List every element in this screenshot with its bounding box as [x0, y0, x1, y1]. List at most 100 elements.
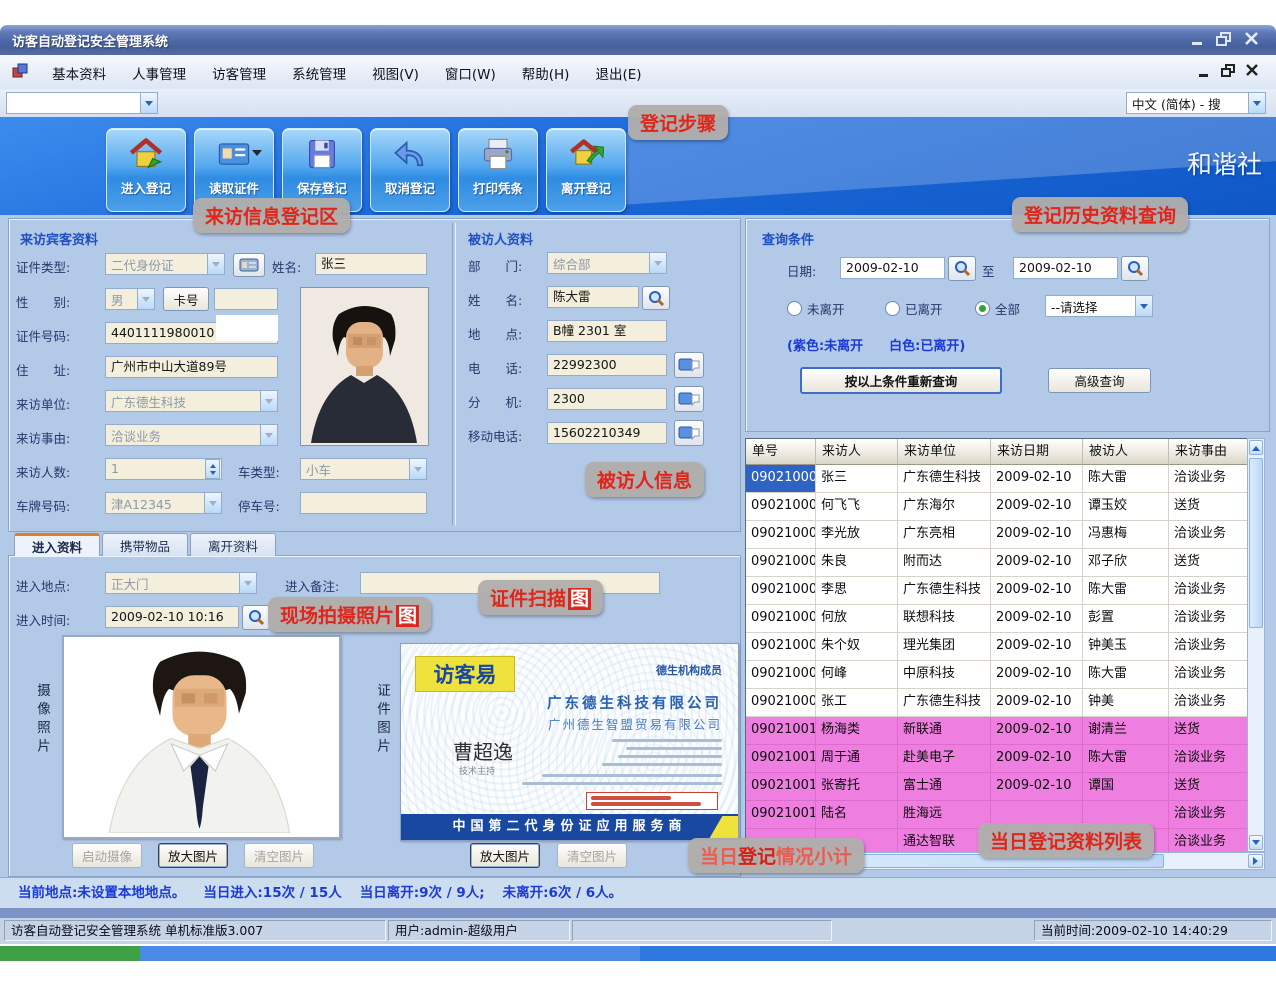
table-cell[interactable]: 洽谈业务 [1169, 577, 1248, 605]
radio-dot-icon[interactable] [787, 301, 802, 316]
table-cell[interactable]: 2009-02-10 [991, 745, 1083, 773]
table-cell[interactable]: 送货 [1169, 717, 1248, 745]
visitor-name-field[interactable]: 张三 [315, 253, 427, 275]
cert-type-select[interactable]: 二代身份证 [105, 253, 225, 275]
table-cell[interactable]: 谭国 [1083, 773, 1169, 801]
table-cell[interactable]: 彭置 [1083, 605, 1169, 633]
visitee-search-button[interactable] [642, 286, 670, 310]
table-cell[interactable]: 陈大雷 [1083, 745, 1169, 773]
table-cell[interactable]: 李思 [816, 577, 898, 605]
table-cell[interactable]: 广东海尔 [898, 493, 991, 521]
menu-item-8[interactable]: 退出(E) [582, 55, 654, 89]
chevron-down-icon[interactable] [260, 425, 277, 445]
table-cell[interactable]: 洽谈业务 [1169, 605, 1248, 633]
table-cell[interactable]: 何峰 [816, 661, 898, 689]
leave-register-button[interactable]: 离开登记 [546, 128, 626, 212]
table-cell[interactable]: 2009-02-10 [991, 633, 1083, 661]
chevron-down-icon[interactable] [1248, 93, 1265, 113]
stepper-arrows[interactable] [205, 459, 220, 479]
date-to-picker-button[interactable] [1121, 256, 1149, 281]
requery-button[interactable]: 按以上条件重新查询 [800, 367, 1002, 394]
chevron-down-icon[interactable] [252, 150, 262, 161]
tab-离开资料[interactable]: 离开资料 [190, 533, 276, 556]
table-cell[interactable]: 090210001 [746, 465, 816, 493]
visit-reason-select[interactable]: 洽谈业务 [105, 424, 278, 446]
table-cell[interactable]: 朱个奴 [816, 633, 898, 661]
dept-select[interactable]: 综合部 [547, 252, 667, 274]
table-cell[interactable]: 送货 [1169, 493, 1248, 521]
table-cell[interactable]: 090210004 [746, 549, 816, 577]
chevron-down-icon[interactable] [1135, 296, 1152, 316]
table-cell[interactable]: 广东德生科技 [898, 689, 991, 717]
table-cell[interactable]: 理光集团 [898, 633, 991, 661]
entry-time-picker-button[interactable] [242, 605, 270, 630]
sms-mobile-button[interactable] [674, 420, 704, 446]
camera-button-3[interactable]: 清空图片 [244, 843, 314, 868]
table-vscrollbar[interactable] [1247, 438, 1265, 852]
table-cell[interactable]: 朱良 [816, 549, 898, 577]
table-cell[interactable]: 李光放 [816, 521, 898, 549]
chevron-down-icon[interactable] [409, 459, 426, 479]
print-receipt-button[interactable]: 打印凭条 [458, 128, 538, 212]
table-cell[interactable]: 钟美玉 [1083, 633, 1169, 661]
table-cell[interactable]: 090210005 [746, 577, 816, 605]
table-cell[interactable]: 新联通 [898, 717, 991, 745]
table-cell[interactable]: 陈大雷 [1083, 465, 1169, 493]
table-cell[interactable]: 送货 [1169, 549, 1248, 577]
chevron-down-icon[interactable] [204, 493, 221, 513]
sms-phone-button[interactable] [674, 352, 704, 378]
table-cell[interactable]: 090210002 [746, 493, 816, 521]
scroll-up-icon[interactable] [1249, 440, 1263, 455]
table-cell[interactable]: 090210006 [746, 605, 816, 633]
table-cell[interactable]: 090210008 [746, 661, 816, 689]
chevron-down-icon[interactable] [137, 289, 154, 309]
radio-全部[interactable]: 全部 [975, 299, 1020, 318]
radio-dot-icon[interactable] [885, 301, 900, 316]
car-type-select[interactable]: 小车 [300, 458, 427, 480]
tab-进入资料[interactable]: 进入资料 [14, 533, 100, 556]
menu-item-3[interactable]: 访客管理 [199, 55, 279, 89]
enter-register-button[interactable]: 进入登记 [106, 128, 186, 212]
table-cell[interactable]: 洽谈业务 [1169, 745, 1248, 773]
menu-item-5[interactable]: 视图(V) [359, 55, 432, 89]
table-header-来访人[interactable]: 来访人 [816, 439, 898, 465]
table-cell[interactable]: 2009-02-10 [991, 549, 1083, 577]
table-cell[interactable]: 洽谈业务 [1169, 689, 1248, 717]
table-cell[interactable]: 090210012 [746, 773, 816, 801]
table-cell[interactable]: 2009-02-10 [991, 717, 1083, 745]
card-reader-button[interactable] [233, 253, 265, 277]
table-cell[interactable]: 广东德生科技 [898, 465, 991, 493]
gender-select[interactable]: 男 [105, 288, 155, 310]
chevron-down-icon[interactable] [207, 254, 224, 274]
menu-item-4[interactable]: 系统管理 [279, 55, 359, 89]
mdi-close-icon[interactable] [1244, 63, 1262, 82]
table-cell[interactable]: 张工 [816, 689, 898, 717]
table-cell[interactable]: 2009-02-10 [991, 465, 1083, 493]
table-cell[interactable]: 谢清兰 [1083, 717, 1169, 745]
table-cell[interactable]: 090210007 [746, 633, 816, 661]
table-cell[interactable]: 2009-02-10 [991, 773, 1083, 801]
radio-dot-icon[interactable] [975, 301, 990, 316]
table-header-来访单位[interactable]: 来访单位 [898, 439, 991, 465]
table-cell[interactable]: 冯惠梅 [1083, 521, 1169, 549]
scroll-right-icon[interactable] [1248, 854, 1263, 868]
chevron-down-icon[interactable] [239, 573, 256, 593]
table-cell[interactable]: 钟美 [1083, 689, 1169, 717]
table-header-单号[interactable]: 单号 [746, 439, 816, 465]
table-cell[interactable]: 2009-02-10 [991, 661, 1083, 689]
mdi-restore-icon[interactable] [1220, 63, 1238, 82]
menu-item-2[interactable]: 人事管理 [119, 55, 199, 89]
table-cell[interactable]: 洽谈业务 [1169, 633, 1248, 661]
table-cell[interactable]: 陈大雷 [1083, 577, 1169, 605]
tab-携带物品[interactable]: 携带物品 [102, 533, 188, 556]
mdi-minimize-icon[interactable] [1196, 63, 1214, 82]
table-cell[interactable]: 中原科技 [898, 661, 991, 689]
chevron-down-icon[interactable] [260, 391, 277, 411]
address-field[interactable]: 广州市中山大道89号 [105, 356, 278, 378]
table-cell[interactable]: 洽谈业务 [1169, 801, 1248, 829]
table-cell[interactable]: 2009-02-10 [991, 689, 1083, 717]
table-cell[interactable]: 2009-02-10 [991, 493, 1083, 521]
table-cell[interactable]: 广东亮相 [898, 521, 991, 549]
table-cell[interactable]: 090210010 [746, 717, 816, 745]
scroll-down-icon[interactable] [1249, 835, 1263, 850]
